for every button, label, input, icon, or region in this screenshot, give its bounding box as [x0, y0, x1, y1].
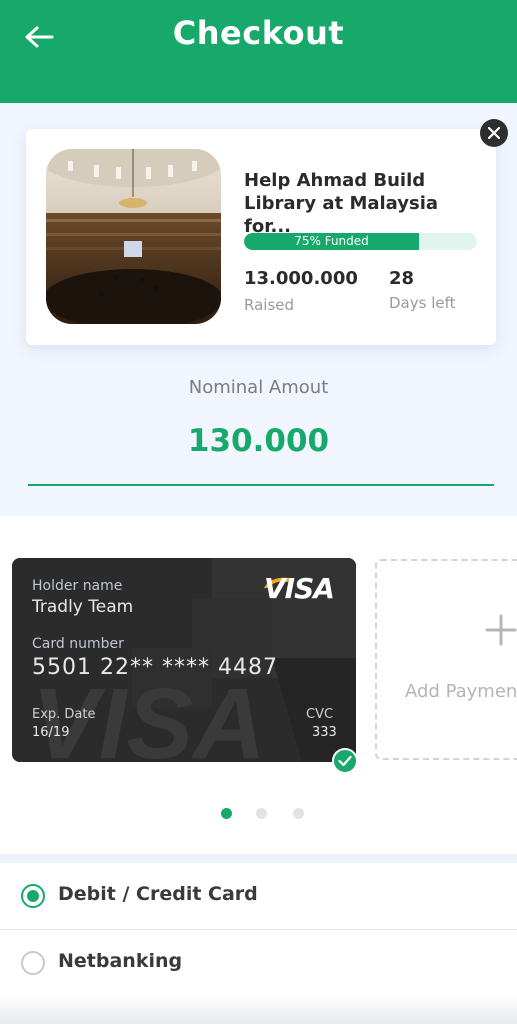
payment-option-debit-credit[interactable]: Debit / Credit Card — [0, 863, 517, 930]
bottom-shadow — [0, 996, 517, 1024]
campaign-image — [46, 149, 221, 324]
nominal-underline — [28, 484, 494, 486]
add-payment-label: Add Payment — [405, 681, 517, 702]
add-payment-card[interactable]: Add Payment — [375, 559, 517, 760]
close-button[interactable] — [480, 119, 508, 147]
days-left-value: 28 — [389, 268, 415, 289]
visa-card[interactable]: VISA VISA Holder name Tradly Team Card n… — [12, 558, 356, 762]
nominal-amount-input[interactable]: 130.000 — [0, 423, 517, 459]
plus-icon — [485, 614, 517, 646]
progress-label: 75% Funded — [294, 234, 369, 248]
radio-netbanking[interactable] — [21, 951, 45, 975]
payment-option-netbanking[interactable]: Netbanking — [0, 930, 517, 996]
pager-dot-1[interactable] — [221, 808, 232, 819]
pager-dot-3[interactable] — [293, 808, 304, 819]
app-header: Checkout — [0, 0, 517, 103]
funding-progress-bar: 75% Funded — [244, 233, 477, 250]
exp-date-label: Exp. Date — [32, 707, 96, 722]
payment-option-label: Netbanking — [58, 950, 183, 972]
payment-option-label: Debit / Credit Card — [58, 883, 258, 905]
holder-name: Tradly Team — [32, 597, 134, 617]
page-title: Checkout — [172, 14, 345, 52]
radio-selected-dot — [27, 890, 39, 902]
card-number: 5501 22** **** 4487 — [32, 655, 278, 680]
radio-debit-credit[interactable] — [21, 884, 45, 908]
days-left-label: Days left — [389, 294, 456, 312]
raised-label: Raised — [244, 296, 295, 314]
exp-date-value: 16/19 — [32, 725, 70, 740]
raised-value: 13.000.000 — [244, 268, 358, 289]
check-icon — [338, 755, 352, 767]
pager-dot-2[interactable] — [256, 808, 267, 819]
cvc-value: 333 — [312, 725, 337, 740]
campaign-title: Help Ahmad Build Library at Malaysia for… — [244, 170, 439, 237]
cvc-label: CVC — [306, 707, 334, 722]
section-divider — [0, 854, 517, 863]
campaign-card[interactable]: Help Ahmad Build Library at Malaysia for… — [26, 129, 496, 345]
holder-name-label: Holder name — [32, 578, 123, 594]
nominal-amount-label: Nominal Amout — [188, 377, 329, 398]
card-selected-badge — [332, 748, 358, 774]
card-number-label: Card number — [32, 636, 124, 652]
card-brand: VISA — [264, 572, 335, 605]
close-icon — [488, 127, 500, 139]
